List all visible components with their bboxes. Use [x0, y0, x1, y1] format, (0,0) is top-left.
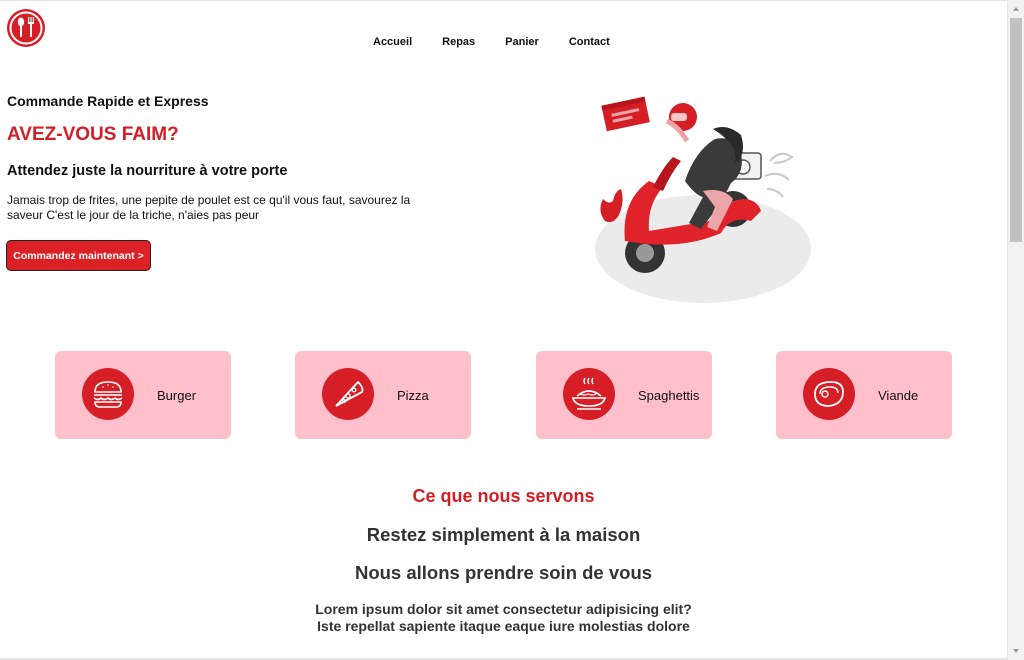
section-text-1: Lorem ipsum dolor sit amet consectetur a… — [315, 601, 692, 617]
section-title: Ce que nous servons — [412, 486, 595, 506]
hero-description: Jamais trop de frites, une pepite de pou… — [7, 193, 411, 222]
category-label: Pizza — [397, 388, 429, 403]
category-card-spaghettis[interactable]: Spaghettis — [536, 351, 712, 439]
category-card-pizza[interactable]: Pizza — [295, 351, 471, 439]
vertical-scrollbar[interactable] — [1007, 0, 1024, 660]
logo-icon[interactable] — [6, 8, 46, 48]
nav-contact[interactable]: Contact — [569, 36, 610, 48]
category-card-viande[interactable]: Viande — [776, 351, 952, 439]
scrollbar-thumb[interactable] — [1010, 18, 1022, 242]
main-nav: Accueil Repas Panier Contact — [373, 36, 640, 48]
category-label: Viande — [878, 388, 919, 403]
hero-title: AVEZ-VOUS FAIM? — [7, 124, 179, 145]
spaghetti-icon — [563, 368, 615, 420]
page: Accueil Repas Panier Contact Commande Ra… — [0, 0, 1007, 660]
section-heading-2: Nous allons prendre soin de vous — [354, 562, 653, 583]
section-text-2: Iste repellat sapiente itaque eaque iure… — [317, 618, 690, 634]
order-now-button[interactable]: Commandez maintenant > — [6, 240, 151, 271]
nav-panier[interactable]: Panier — [505, 36, 539, 48]
scroll-down-arrow-icon[interactable] — [1008, 643, 1024, 660]
category-label: Burger — [157, 388, 197, 403]
pizza-icon — [322, 368, 374, 420]
category-label: Spaghettis — [638, 388, 700, 403]
section-heading-1: Restez simplement à la maison — [366, 524, 641, 545]
burger-icon — [82, 368, 134, 420]
category-card-burger[interactable]: Burger — [55, 351, 231, 439]
hero-subtitle: Attendez juste la nourriture à votre por… — [7, 163, 288, 179]
delivery-scooter-illustration — [595, 96, 811, 303]
meat-icon — [803, 368, 855, 420]
scroll-up-arrow-icon[interactable] — [1008, 0, 1024, 17]
nav-accueil[interactable]: Accueil — [373, 36, 412, 48]
hero-section: Commande Rapide et Express AVEZ-VOUS FAI… — [7, 93, 437, 223]
hero-kicker: Commande Rapide et Express — [7, 93, 209, 109]
nav-repas[interactable]: Repas — [442, 36, 475, 48]
